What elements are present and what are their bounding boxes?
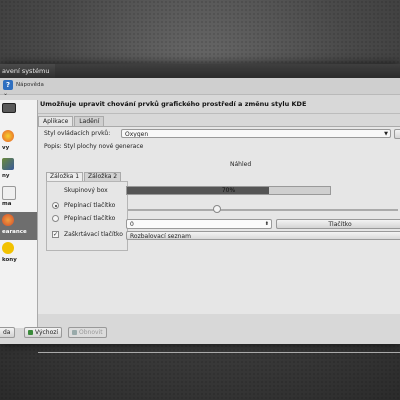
system-settings-window: avení systému ? Nápověda ⌄ vy ny ma eara… <box>0 64 400 353</box>
titlebar <box>55 64 400 78</box>
spin-arrows-icon: ⬍ <box>264 221 269 227</box>
sidebar-item-label: vy <box>2 145 10 151</box>
widget-style-select[interactable]: Oxygen ▼ <box>121 129 391 138</box>
help-icon: ? <box>3 80 13 90</box>
tab-fine-tuning[interactable]: Ladění <box>74 116 105 126</box>
sidebar: vy ny ma earance kony <box>0 100 38 328</box>
reset-label: Obnovit <box>79 329 103 336</box>
radio-label-1: Přepínací tlačítko <box>64 202 116 209</box>
progress-text: 70% <box>221 187 236 194</box>
sidebar-item-emoticons[interactable]: kony <box>0 240 37 268</box>
reset-icon <box>72 330 77 335</box>
help-button[interactable]: ? Nápověda <box>3 80 44 90</box>
spin-value: 0 <box>130 221 134 228</box>
style-label: Styl ovládacích prvků: <box>44 130 111 137</box>
group-box-label: Skupinový box <box>64 187 108 194</box>
progress-bar: 70% <box>126 186 331 195</box>
apply-button[interactable]: da <box>0 327 15 338</box>
chevron-down-icon: ▼ <box>384 131 388 137</box>
checkbox[interactable]: ✓ <box>52 231 59 238</box>
sidebar-item-palette[interactable]: ny <box>0 156 37 184</box>
color-palette-icon <box>2 158 14 170</box>
monitor-icon <box>2 103 16 113</box>
style-value: Oxygen <box>125 131 149 138</box>
colors-icon <box>2 130 14 142</box>
main-content: Umožňuje upravit chování prvků grafickéh… <box>38 94 400 353</box>
preview-title: Náhled <box>230 161 252 168</box>
menubar: ? Nápověda <box>0 78 400 95</box>
reset-button[interactable]: Obnovit <box>68 327 107 338</box>
style-configure-button[interactable] <box>394 129 400 139</box>
divider <box>38 113 400 114</box>
sidebar-item-label: ny <box>2 173 10 179</box>
divider <box>38 352 400 353</box>
defaults-icon <box>28 330 33 335</box>
page-title: Umožňuje upravit chování prvků grafickéh… <box>40 100 307 108</box>
sidebar-item-appearance[interactable]: earance <box>0 212 37 240</box>
slider-handle[interactable] <box>213 205 221 213</box>
sidebar-item-label: kony <box>2 257 17 263</box>
defaults-label: Výchozí <box>35 329 59 336</box>
push-button[interactable]: Tlačítko <box>276 219 400 229</box>
sidebar-item-monitor[interactable] <box>0 100 37 128</box>
radio-button-2[interactable] <box>52 215 59 222</box>
tab-panel: Styl ovládacích prvků: Oxygen ▼ Popis: S… <box>38 126 400 314</box>
emoticon-icon <box>2 242 14 254</box>
radio-label-2: Přepínací tlačítko <box>64 215 116 222</box>
style-description: Popis: Styl plochy nové generace <box>44 143 144 150</box>
sidebar-item-colors[interactable]: vy <box>0 128 37 156</box>
defaults-button[interactable]: Výchozí <box>24 327 63 338</box>
spin-box[interactable]: 0 ⬍ <box>126 219 272 229</box>
window-title: avení systému <box>0 64 57 78</box>
dropdown-value: Rozbalovací seznam <box>130 233 191 240</box>
radio-button-1[interactable] <box>52 202 59 209</box>
sidebar-item-fonts[interactable]: ma <box>0 184 37 212</box>
font-icon <box>2 186 16 200</box>
help-label: Nápověda <box>16 82 44 88</box>
checkbox-label: Zaškrtávací tlačítko <box>64 231 123 238</box>
preview-tab-bar: Záložka 1 Záložka 2 <box>46 172 122 181</box>
preview-tab-1[interactable]: Záložka 1 <box>46 172 84 181</box>
sidebar-item-label: ma <box>2 201 12 207</box>
dropdown-combo[interactable]: Rozbalovací seznam <box>126 231 400 240</box>
apply-label: da <box>3 329 11 336</box>
preview-tab-2[interactable]: Záložka 2 <box>84 172 122 181</box>
tab-applications[interactable]: Aplikace <box>38 116 74 126</box>
tab-bar: Aplikace Ladění <box>38 116 105 126</box>
application-appearance-icon <box>2 214 14 226</box>
slider-track[interactable] <box>128 209 398 211</box>
chevron-down-icon[interactable]: ⌄ <box>3 90 8 97</box>
sidebar-item-label: earance <box>2 229 27 235</box>
